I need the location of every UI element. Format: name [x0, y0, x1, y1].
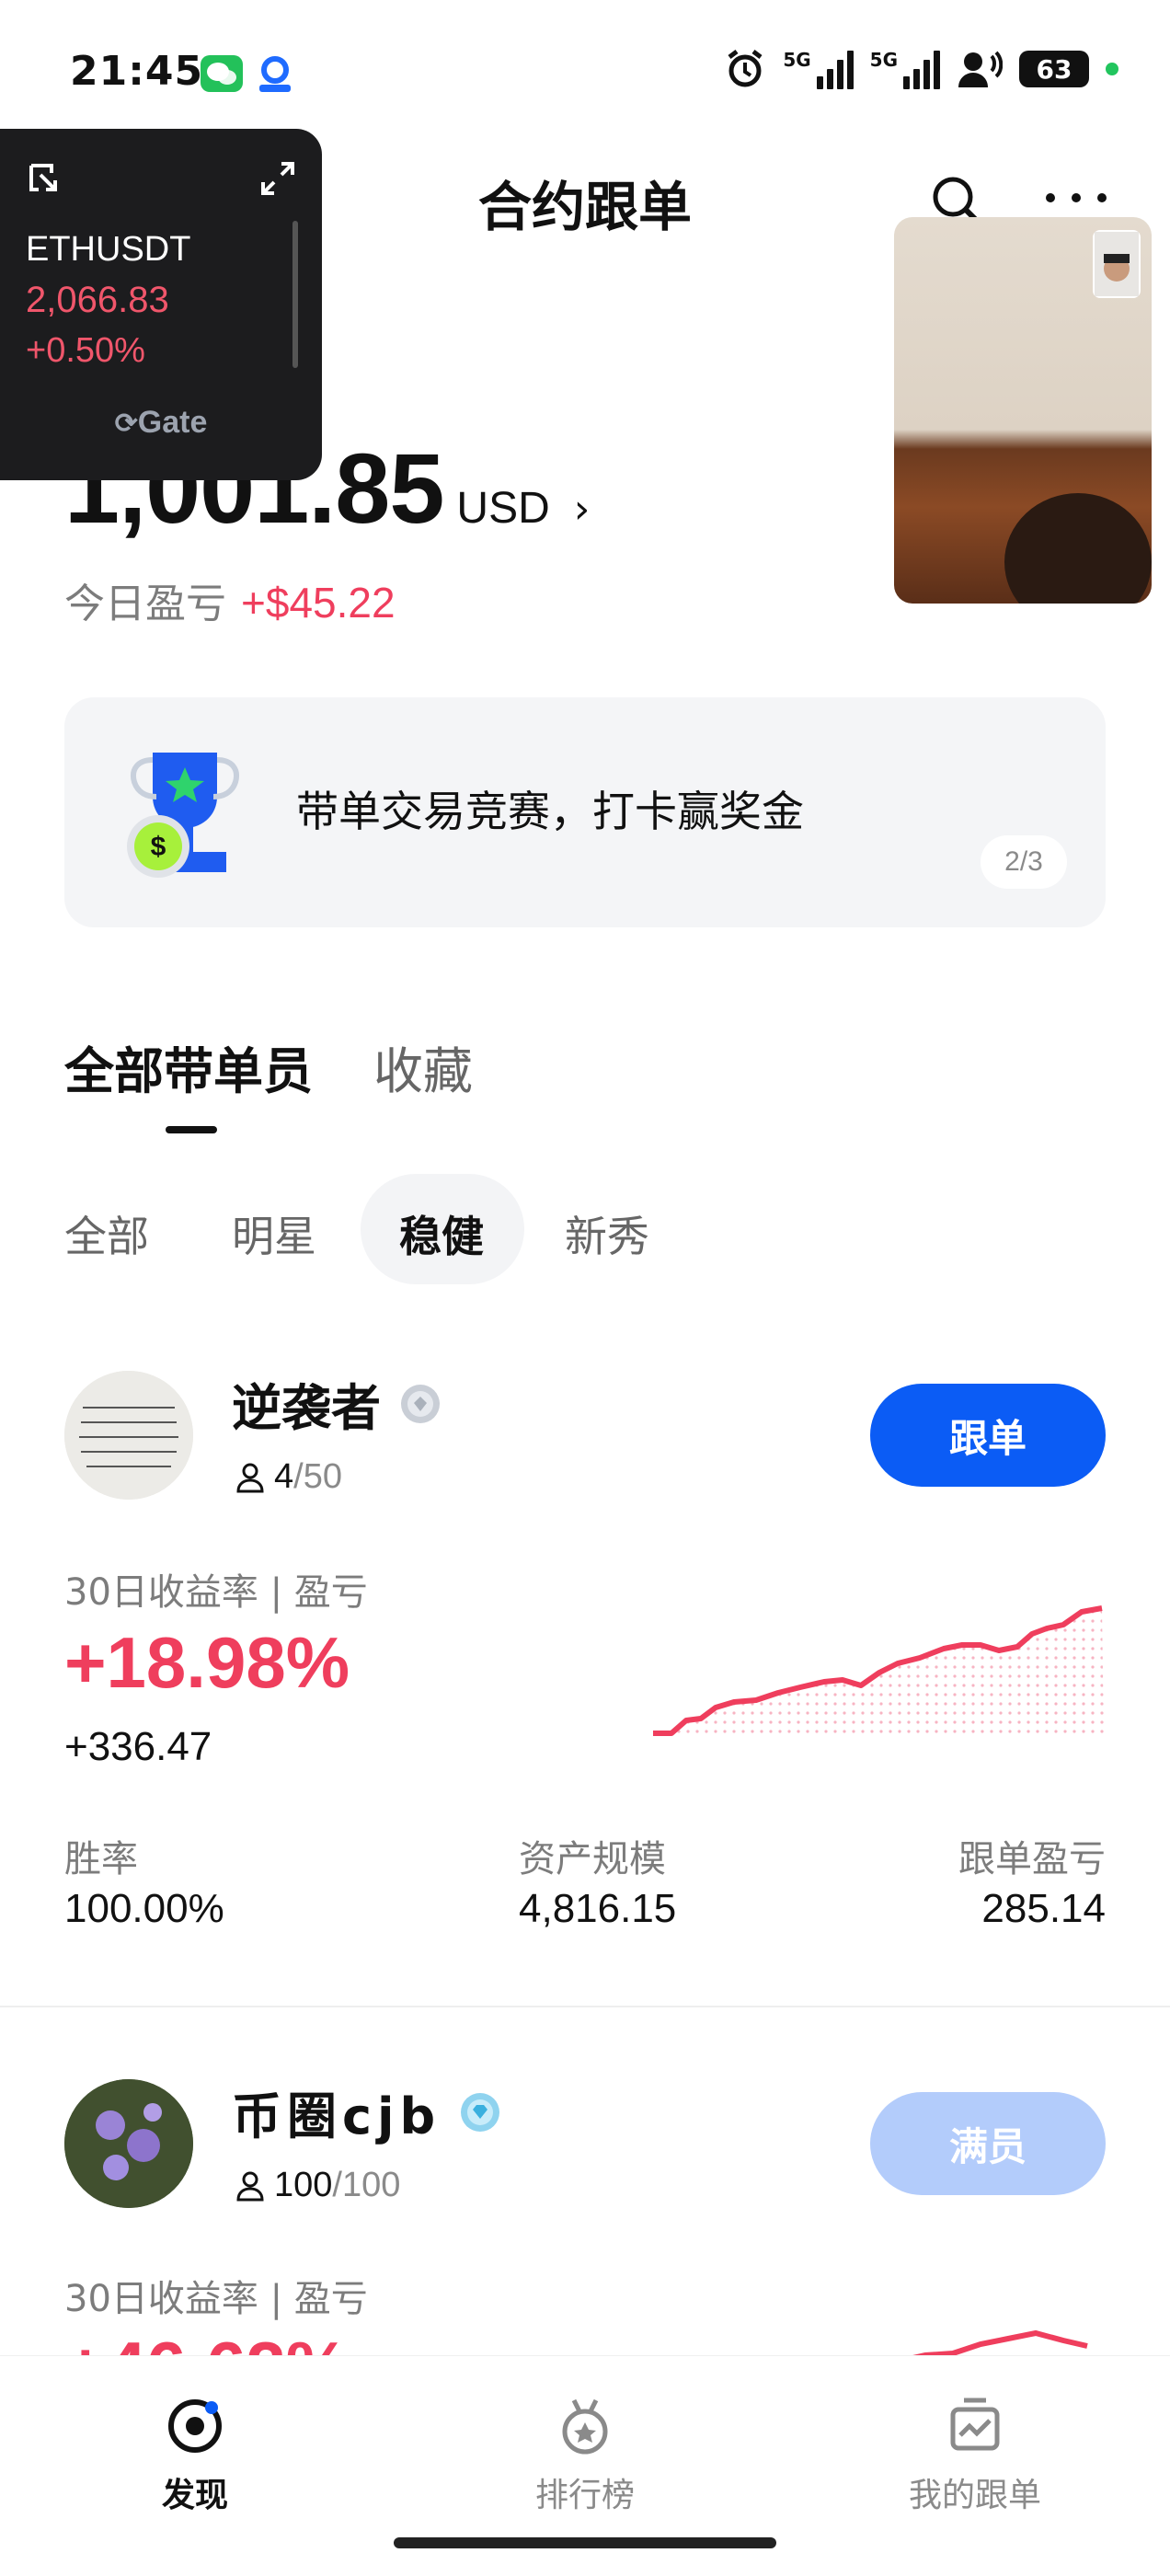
- trader-name[interactable]: 币圈cjb: [232, 2076, 501, 2148]
- my-copy-icon: [950, 2398, 1000, 2451]
- trader-followers: 4/50: [235, 1457, 342, 1497]
- trader-name[interactable]: 逆袭者: [232, 1367, 442, 1440]
- copy-pnl-value: 285.14: [981, 1886, 1106, 1931]
- pnl-value: +336.47: [64, 1724, 212, 1769]
- chevron-right-icon: ›: [573, 486, 591, 533]
- full-button[interactable]: 满员: [870, 2092, 1106, 2195]
- widget-scrollbar[interactable]: [292, 221, 298, 368]
- nav-leaderboard[interactable]: 排行榜: [493, 2397, 677, 2516]
- today-pnl-label: 今日盈亏: [64, 581, 226, 627]
- balance-unit: USD: [456, 484, 550, 533]
- user-icon: [236, 1463, 264, 1492]
- widget-price: 2,066.83: [26, 280, 169, 320]
- trader-avatar[interactable]: [64, 2079, 193, 2208]
- minimize-icon[interactable]: [26, 160, 63, 197]
- leaderboard-icon: [562, 2398, 608, 2455]
- sub-tab-rookie[interactable]: 新秀: [565, 1203, 649, 1264]
- card-divider: [0, 2006, 1170, 2007]
- trader-avatar[interactable]: [64, 1371, 193, 1500]
- win-rate-label: 胜率: [64, 1838, 138, 1880]
- win-rate-value: 100.00%: [64, 1886, 224, 1931]
- wechat-icon: [201, 55, 243, 92]
- roi-sparkline: [653, 1605, 1104, 1736]
- widget-pair: ETHUSDT: [26, 230, 191, 269]
- discover-icon: [168, 2399, 222, 2453]
- tab-active-indicator: [166, 1126, 217, 1133]
- expand-icon[interactable]: [259, 160, 296, 197]
- video-figure: [1004, 493, 1152, 604]
- banner-pager: 2/3: [981, 835, 1067, 889]
- user-audio-icon: [958, 51, 1003, 87]
- tab-favorites[interactable]: 收藏: [373, 1030, 473, 1103]
- trophy-icon: $: [127, 753, 239, 878]
- battery-indicator: 63: [1019, 51, 1089, 87]
- today-pnl-value: +$45.22: [241, 579, 396, 627]
- status-icons: 5G 5G 63: [724, 48, 1118, 90]
- diamond-medal-icon: [461, 2092, 500, 2132]
- silver-medal-icon: [401, 1384, 440, 1423]
- nav-my-copy[interactable]: 我的跟单: [883, 2397, 1067, 2516]
- copy-pnl-label: 跟单盈亏: [958, 1838, 1106, 1880]
- svg-text:$: $: [151, 832, 166, 862]
- user-icon: [236, 2171, 264, 2201]
- follow-button[interactable]: 跟单: [870, 1384, 1106, 1487]
- roi-value: +18.98%: [64, 1622, 350, 1703]
- status-time: 21:45: [70, 48, 204, 95]
- nav-discover[interactable]: 发现: [103, 2397, 287, 2516]
- roi-label: 30日收益率 | 盈亏: [64, 1571, 368, 1614]
- home-indicator[interactable]: [394, 2537, 776, 2548]
- privacy-dot: [1106, 63, 1118, 75]
- sub-tab-steady[interactable]: 稳健: [399, 1203, 484, 1264]
- video-self-thumbnail[interactable]: [1093, 230, 1141, 298]
- today-pnl: 今日盈亏 +$45.22: [64, 570, 396, 629]
- tab-all-traders[interactable]: 全部带单员: [64, 1030, 313, 1103]
- promo-banner[interactable]: $ 带单交易竞赛，打卡赢奖金 2/3: [64, 697, 1106, 927]
- sub-tab-all[interactable]: 全部: [64, 1203, 149, 1264]
- signal-5g-icon: 5G: [783, 49, 854, 89]
- alarm-icon: [728, 50, 763, 87]
- aum-value: 4,816.15: [519, 1886, 677, 1931]
- signal-5g-icon-2: 5G: [870, 49, 940, 89]
- aum-label: 资产规模: [519, 1838, 666, 1880]
- trader-followers: 100/100: [235, 2166, 400, 2205]
- floating-price-widget[interactable]: ETHUSDT 2,066.83 +0.50% ⟳Gate: [0, 129, 322, 480]
- widget-change: +0.50%: [26, 331, 145, 370]
- banner-text: 带单交易竞赛，打卡赢奖金: [296, 787, 804, 836]
- gate-app-icon: [256, 53, 294, 94]
- widget-brand-logo: ⟳Gate: [114, 405, 208, 440]
- roi-label: 30日收益率 | 盈亏: [64, 2278, 368, 2320]
- more-icon[interactable]: [1039, 184, 1113, 212]
- sub-tab-star[interactable]: 明星: [232, 1203, 316, 1264]
